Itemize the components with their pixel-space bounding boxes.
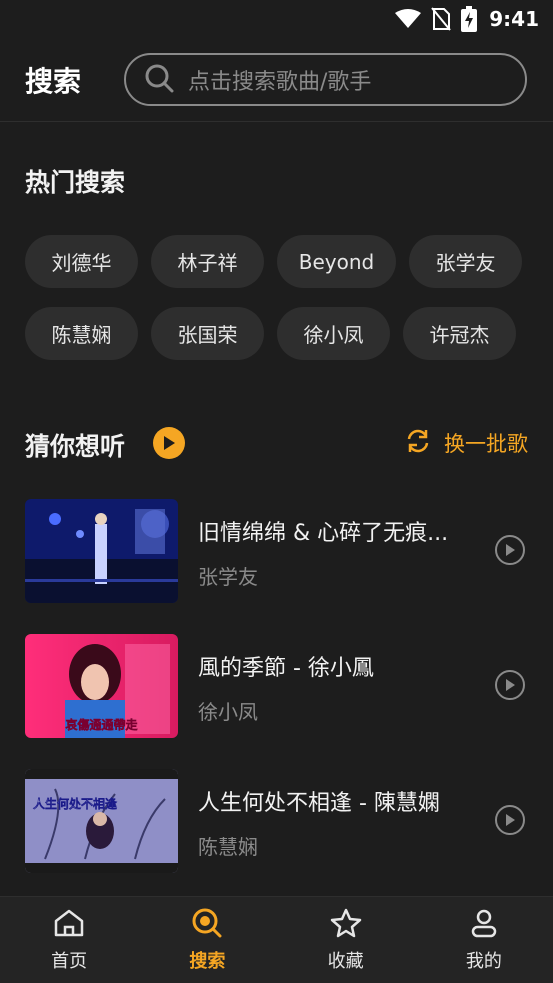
hot-chip[interactable]: 许冠杰 <box>403 307 516 360</box>
hot-chip[interactable]: Beyond <box>277 235 396 288</box>
hot-chip[interactable]: 张国荣 <box>151 307 264 360</box>
song-artist: 张学友 <box>198 565 258 589</box>
search-icon <box>144 63 174 97</box>
no-sim-icon <box>431 7 452 31</box>
bottom-nav: 首页 搜索 收藏 我的 <box>0 896 553 983</box>
search-input[interactable]: 点击搜索歌曲/歌手 <box>124 53 527 106</box>
search-icon <box>191 908 223 943</box>
nav-favorites[interactable]: 收藏 <box>277 897 415 983</box>
home-icon <box>53 908 85 943</box>
hot-chip[interactable]: 林子祥 <box>151 235 264 288</box>
guess-title: 猜你想听 <box>25 432 126 461</box>
song-thumbnail: 哀傷通通帶走 <box>25 634 178 738</box>
song-thumbnail <box>25 499 178 603</box>
song-item[interactable]: 哀傷通通帶走 風的季節 - 徐小鳳 徐小凤 <box>25 634 528 738</box>
wifi-icon <box>395 9 422 29</box>
song-item[interactable]: 旧情绵绵 & 心碎了无痕... 张学友 <box>25 499 528 603</box>
refresh-button[interactable]: 换一批歌 <box>404 425 528 461</box>
song-item[interactable]: 人生何处不相逢 人生何处不相逢 - 陳慧嫻 陈慧娴 <box>25 769 528 873</box>
nav-label: 首页 <box>51 950 88 972</box>
refresh-label: 换一批歌 <box>444 432 528 456</box>
hot-search-title: 热门搜索 <box>25 168 126 197</box>
nav-home[interactable]: 首页 <box>0 897 138 983</box>
nav-label: 收藏 <box>327 950 364 972</box>
battery-charging-icon <box>461 6 478 32</box>
play-all-icon[interactable] <box>153 427 185 459</box>
hot-chip[interactable]: 刘德华 <box>25 235 138 288</box>
search-placeholder: 点击搜索歌曲/歌手 <box>188 69 372 95</box>
nav-search[interactable]: 搜索 <box>138 897 276 983</box>
song-thumbnail: 人生何处不相逢 <box>25 769 178 873</box>
song-name: 風的季節 - 徐小鳳 <box>198 656 374 681</box>
status-time: 9:41 <box>489 7 539 31</box>
song-name: 旧情绵绵 & 心碎了无痕... <box>198 521 449 546</box>
user-icon <box>468 908 500 943</box>
nav-label: 我的 <box>465 950 502 972</box>
star-icon <box>330 908 362 943</box>
refresh-icon <box>404 427 432 460</box>
play-icon[interactable] <box>495 805 525 835</box>
song-name: 人生何处不相逢 - 陳慧嫻 <box>198 791 440 816</box>
status-bar: 9:41 <box>0 0 553 38</box>
hot-chip[interactable]: 徐小凤 <box>277 307 390 360</box>
play-icon[interactable] <box>495 670 525 700</box>
hot-chip[interactable]: 张学友 <box>409 235 522 288</box>
play-icon[interactable] <box>495 535 525 565</box>
nav-label: 搜索 <box>189 950 226 972</box>
song-artist: 陈慧娴 <box>198 835 258 859</box>
hot-chip[interactable]: 陈慧娴 <box>25 307 138 360</box>
lyric-caption: 人生何处不相逢 <box>33 797 118 811</box>
song-artist: 徐小凤 <box>198 700 258 724</box>
header: 搜索 点击搜索歌曲/歌手 <box>0 38 553 122</box>
nav-profile[interactable]: 我的 <box>415 897 553 983</box>
page-title: 搜索 <box>25 64 82 98</box>
lyric-caption: 哀傷通通帶走 <box>65 718 138 733</box>
